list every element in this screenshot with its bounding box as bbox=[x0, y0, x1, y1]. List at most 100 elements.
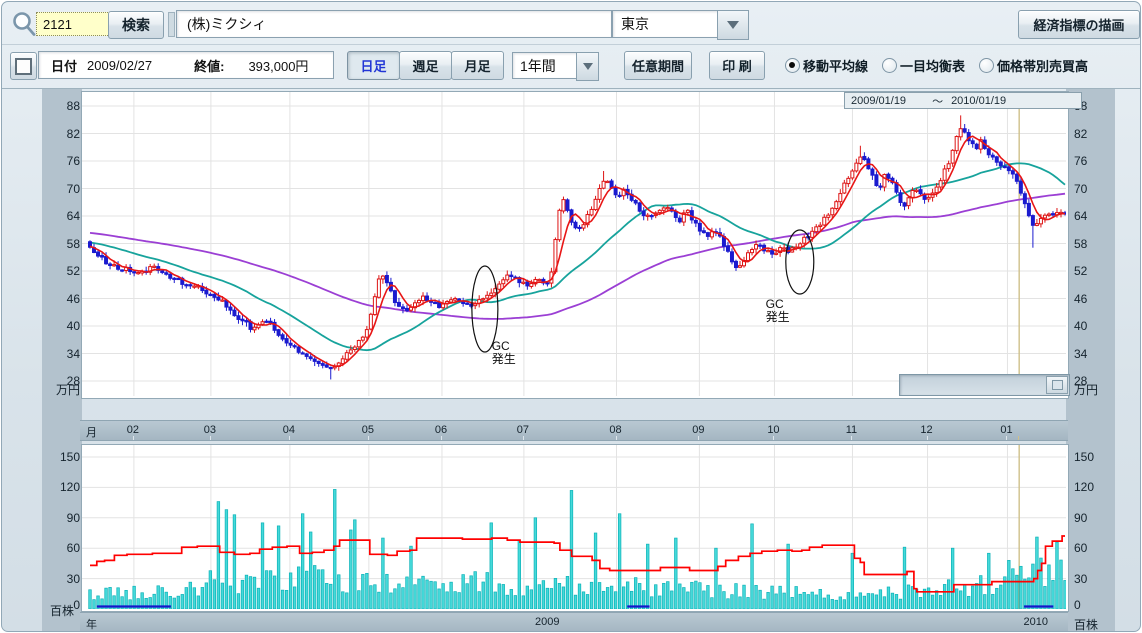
date-label: 日付 bbox=[51, 56, 77, 75]
period-daily-button[interactable]: 日足 bbox=[347, 51, 400, 80]
indicator-radio-label: 移動平均線 bbox=[803, 56, 868, 75]
volume-chart-pane[interactable] bbox=[81, 444, 1069, 612]
month-tick bbox=[133, 436, 134, 440]
price-tick-label-left: 64 bbox=[44, 209, 80, 223]
month-tick bbox=[1006, 436, 1007, 440]
month-label: 06 bbox=[435, 424, 447, 436]
draw-economic-indicators-button[interactable]: 経済指標の描画 bbox=[1018, 10, 1140, 39]
month-label: 05 bbox=[362, 424, 374, 436]
month-tick bbox=[441, 436, 442, 440]
chart-app-window: 2121 検索 (株)ミクシィ 東京 経済指標の描画 日付 2009/02/27… bbox=[1, 1, 1141, 632]
close-label: 終値: bbox=[194, 56, 224, 75]
volume-chart-svg bbox=[82, 445, 1066, 609]
range-from: 2009/01/19 bbox=[851, 95, 906, 107]
chart-top-divider bbox=[2, 88, 1140, 89]
volume-tick-label-left: 150 bbox=[44, 450, 80, 464]
volume-tick-label-right: 30 bbox=[1074, 572, 1087, 586]
price-tick-label-left: 52 bbox=[44, 264, 80, 278]
month-tick bbox=[773, 436, 774, 440]
price-unit-label-left: 万円 bbox=[56, 381, 80, 398]
volume-tick-label-right: 60 bbox=[1074, 541, 1087, 555]
radio-icon[interactable] bbox=[882, 58, 897, 73]
month-axis-unit: 月 bbox=[86, 424, 97, 440]
month-tick bbox=[523, 436, 524, 440]
price-chart-pane[interactable]: GC発生GC発生 bbox=[81, 91, 1069, 399]
candles-group bbox=[89, 115, 1067, 379]
company-name-field[interactable]: (株)ミクシィ bbox=[176, 10, 612, 38]
month-tick bbox=[698, 436, 699, 440]
month-tick bbox=[289, 436, 290, 440]
month-tick bbox=[927, 436, 928, 440]
year-label: 2010 bbox=[1023, 616, 1047, 628]
square-icon bbox=[15, 58, 32, 75]
volume-tick-label-right: 150 bbox=[1074, 450, 1094, 464]
toolbar-second: 日付 2009/02/27 終値: 393,000円 日足 週足 月足 1年間 … bbox=[2, 45, 1140, 88]
price-tick-label-right: 58 bbox=[1074, 237, 1087, 251]
volume-tick-label-left: 60 bbox=[44, 541, 80, 555]
month-label: 03 bbox=[204, 424, 216, 436]
credit-step-line bbox=[90, 536, 1065, 592]
stock-code-input[interactable]: 2121 bbox=[36, 12, 110, 36]
volume-tick-label-left: 120 bbox=[44, 480, 80, 494]
period-weekly-button[interactable]: 週足 bbox=[399, 51, 452, 80]
price-tick-label-left: 34 bbox=[44, 347, 80, 361]
radio-icon[interactable] bbox=[979, 58, 994, 73]
price-tick-label-left: 46 bbox=[44, 292, 80, 306]
price-tick-label-left: 40 bbox=[44, 319, 80, 333]
radio-icon[interactable] bbox=[785, 58, 800, 73]
market-select-field[interactable]: 東京 bbox=[612, 10, 726, 38]
indicator-radio-0[interactable]: 移動平均線 bbox=[785, 56, 868, 75]
market-select-arrow-button[interactable] bbox=[717, 10, 749, 40]
volume-tick-label-right: 90 bbox=[1074, 511, 1087, 525]
volume-tick-label-left: 30 bbox=[44, 572, 80, 586]
price-tick-label-left: 58 bbox=[44, 237, 80, 251]
price-tick-label-right: 82 bbox=[1074, 127, 1087, 141]
range-to: 2010/01/19 bbox=[951, 95, 1006, 107]
month-tick bbox=[616, 436, 617, 440]
range-tilde: ～ bbox=[932, 93, 943, 109]
month-label: 08 bbox=[609, 424, 621, 436]
chevron-down-icon bbox=[583, 63, 593, 70]
search-button[interactable]: 検索 bbox=[108, 11, 164, 39]
price-tick-label-left: 82 bbox=[44, 127, 80, 141]
left-axis-gutter: 8882767064585246403428万円1501209060300百株 bbox=[42, 89, 82, 632]
close-value: 393,000円 bbox=[248, 56, 308, 75]
print-button[interactable]: 印 刷 bbox=[709, 51, 765, 80]
chart-scrollbar[interactable] bbox=[899, 374, 1070, 396]
custom-period-button[interactable]: 任意期間 bbox=[624, 51, 692, 80]
price-unit-label-right: 万円 bbox=[1074, 381, 1098, 398]
volume-tick-label-left: 90 bbox=[44, 511, 80, 525]
indicator-radio-label: 一目均衡表 bbox=[900, 56, 965, 75]
range-select-arrow-button[interactable] bbox=[576, 52, 599, 81]
month-label: 09 bbox=[692, 424, 704, 436]
volume-tick-label-right: 120 bbox=[1074, 480, 1094, 494]
ma-5-line bbox=[90, 136, 1065, 366]
indicator-radio-1[interactable]: 一目均衡表 bbox=[882, 56, 965, 75]
indicator-radio-2[interactable]: 価格帯別売買高 bbox=[979, 56, 1088, 75]
scrollbar-button[interactable] bbox=[1046, 376, 1068, 394]
month-label: 07 bbox=[517, 424, 529, 436]
price-tick-label-right: 76 bbox=[1074, 154, 1087, 168]
price-tick-label-right: 40 bbox=[1074, 319, 1087, 333]
month-label: 04 bbox=[283, 424, 295, 436]
volume-grid bbox=[82, 445, 1066, 609]
price-chart-svg: GC発生GC発生 bbox=[82, 92, 1066, 396]
month-tick bbox=[368, 436, 369, 440]
toolbar-top: 2121 検索 (株)ミクシィ 東京 経済指標の描画 bbox=[2, 2, 1140, 44]
gc-label: GC bbox=[766, 297, 784, 311]
date-range-box: 2009/01/19 ～ 2010/01/19 bbox=[844, 92, 1082, 109]
indicator-radio-group: 移動平均線 一目均衡表価格帯別売買高 bbox=[785, 54, 1088, 76]
month-label: 11 bbox=[846, 424, 857, 436]
price-tick-label-right: 70 bbox=[1074, 182, 1087, 196]
gc-label: 発生 bbox=[492, 352, 516, 366]
range-select-field[interactable]: 1年間 bbox=[512, 52, 584, 79]
gc-label: 発生 bbox=[766, 310, 790, 324]
month-label: 12 bbox=[920, 424, 932, 436]
window-mode-button[interactable] bbox=[10, 52, 37, 80]
year-label: 2009 bbox=[535, 616, 559, 628]
chevron-down-icon bbox=[727, 21, 739, 29]
scroll-thumb-icon bbox=[1052, 380, 1063, 390]
year-boundary-tick bbox=[1018, 436, 1019, 440]
volume-unit-label-right: 百株 bbox=[1074, 616, 1098, 632]
period-monthly-button[interactable]: 月足 bbox=[451, 51, 504, 80]
